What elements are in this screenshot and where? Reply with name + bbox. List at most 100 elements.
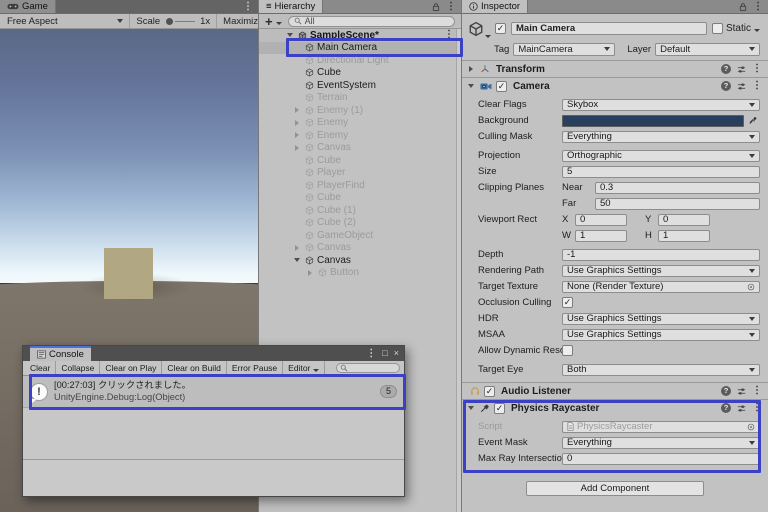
- help-icon[interactable]: ?: [721, 386, 731, 396]
- scale-slider[interactable]: [166, 17, 174, 25]
- text-field[interactable]: 50: [595, 197, 760, 210]
- dropdown-field[interactable]: Everything: [562, 436, 760, 449]
- tab-game[interactable]: Game: [0, 0, 56, 13]
- aspect-dropdown[interactable]: Free Aspect: [7, 16, 124, 27]
- component-enabled-checkbox[interactable]: [484, 385, 495, 397]
- console-toolbar-button[interactable]: Clear: [25, 361, 57, 375]
- foldout-arrow-icon[interactable]: [466, 81, 476, 91]
- hierarchy-item[interactable]: Cube: [259, 192, 456, 205]
- foldout-arrow-icon[interactable]: [305, 268, 315, 278]
- transform-component-header[interactable]: Transform ? ⋮: [462, 60, 768, 77]
- kebab-menu-icon[interactable]: ⋮: [446, 1, 456, 12]
- hierarchy-item[interactable]: Canvas: [259, 242, 456, 255]
- gameobject-cube-icon[interactable]: [468, 20, 491, 38]
- foldout-arrow-icon[interactable]: [292, 130, 302, 140]
- kebab-menu-icon[interactable]: ⋮: [752, 81, 762, 91]
- hierarchy-item[interactable]: Canvas: [259, 142, 456, 155]
- hierarchy-scrollbar[interactable]: [456, 29, 461, 512]
- hierarchy-item[interactable]: Enemy: [259, 117, 456, 130]
- hierarchy-item[interactable]: Cube (2): [259, 217, 456, 230]
- dropdown-field[interactable]: Use Graphics Settings: [562, 328, 760, 341]
- dropdown-field[interactable]: Use Graphics Settings: [562, 264, 760, 277]
- hierarchy-item[interactable]: Cube: [259, 154, 456, 167]
- presets-icon[interactable]: [737, 404, 746, 413]
- maximize-window-icon[interactable]: □: [382, 347, 387, 360]
- property-checkbox[interactable]: [562, 345, 573, 356]
- tab-inspector[interactable]: Inspector: [462, 0, 529, 13]
- kebab-menu-icon[interactable]: ⋮: [752, 64, 762, 74]
- foldout-arrow-icon[interactable]: [292, 255, 302, 265]
- lock-icon[interactable]: [739, 2, 747, 12]
- audio-listener-component-header[interactable]: Audio Listener ? ⋮: [462, 382, 768, 399]
- object-picker-icon[interactable]: [747, 423, 755, 431]
- physics-raycaster-component-header[interactable]: Physics Raycaster ? ⋮: [462, 399, 768, 416]
- kebab-menu-icon[interactable]: ⋮: [243, 1, 253, 12]
- axis-field[interactable]: 1: [575, 229, 627, 242]
- foldout-arrow-icon[interactable]: [292, 143, 302, 153]
- text-field[interactable]: -1: [562, 248, 760, 261]
- camera-component-header[interactable]: Camera ? ⋮: [462, 77, 768, 94]
- console-search-input[interactable]: [336, 363, 400, 373]
- dropdown-field[interactable]: Skybox: [562, 98, 760, 111]
- axis-field[interactable]: 0: [658, 213, 710, 226]
- axis-field[interactable]: 1: [658, 229, 710, 242]
- hierarchy-item[interactable]: Cube (1): [259, 204, 456, 217]
- tab-hierarchy[interactable]: ≡ Hierarchy: [259, 0, 324, 13]
- foldout-arrow-icon[interactable]: [292, 118, 302, 128]
- chevron-down-icon[interactable]: [275, 21, 282, 25]
- object-field[interactable]: PhysicsRaycaster: [562, 420, 760, 433]
- hierarchy-item[interactable]: GameObject: [259, 229, 456, 242]
- scene-header-row[interactable]: SampleScene* ⋮: [259, 29, 456, 42]
- foldout-arrow-icon[interactable]: [466, 403, 476, 413]
- hierarchy-item[interactable]: Enemy: [259, 129, 456, 142]
- hierarchy-item[interactable]: Cube: [259, 67, 456, 80]
- hierarchy-item[interactable]: Enemy (1): [259, 104, 456, 117]
- layer-dropdown[interactable]: Default: [655, 42, 760, 56]
- console-toolbar-button[interactable]: Collapse: [56, 361, 101, 375]
- hierarchy-item[interactable]: EventSystem: [259, 79, 456, 92]
- dropdown-field[interactable]: Use Graphics Settings: [562, 312, 760, 325]
- presets-icon[interactable]: [737, 65, 746, 74]
- foldout-arrow-icon[interactable]: [285, 30, 295, 40]
- dropdown-field[interactable]: Orthographic: [562, 149, 760, 162]
- kebab-menu-icon[interactable]: ⋮: [444, 30, 456, 40]
- foldout-arrow-icon[interactable]: [292, 105, 302, 115]
- hierarchy-search-input[interactable]: All: [287, 15, 455, 27]
- hierarchy-item[interactable]: Player: [259, 167, 456, 180]
- tab-console[interactable]: Console: [30, 346, 91, 361]
- help-icon[interactable]: ?: [721, 81, 731, 91]
- close-window-icon[interactable]: ×: [394, 347, 399, 360]
- console-toolbar-button[interactable]: Clear on Play: [100, 361, 163, 375]
- hierarchy-item[interactable]: Main Camera: [259, 41, 456, 54]
- console-toolbar-button[interactable]: Error Pause: [227, 361, 284, 375]
- text-field[interactable]: 0.3: [595, 181, 760, 194]
- console-toolbar-button[interactable]: Clear on Build: [162, 361, 227, 375]
- component-enabled-checkbox[interactable]: [494, 402, 505, 414]
- hierarchy-item[interactable]: Button: [259, 267, 456, 280]
- chevron-down-icon[interactable]: [754, 28, 760, 32]
- hierarchy-item[interactable]: Terrain: [259, 92, 456, 105]
- add-component-button[interactable]: Add Component: [526, 481, 704, 496]
- foldout-arrow-icon[interactable]: [466, 64, 476, 74]
- text-field[interactable]: 5: [562, 165, 760, 178]
- object-picker-icon[interactable]: [747, 283, 755, 291]
- dropdown-field[interactable]: Everything: [562, 130, 760, 143]
- editor-dropdown[interactable]: Editor: [283, 361, 326, 375]
- static-checkbox[interactable]: [711, 23, 723, 34]
- kebab-menu-icon[interactable]: ⋮: [752, 386, 762, 396]
- eyedropper-icon[interactable]: [747, 116, 760, 125]
- console-log-entry[interactable]: ! [00:27:03] クリックされました。 UnityEngine.Debu…: [23, 376, 404, 408]
- create-button[interactable]: +: [265, 15, 273, 28]
- kebab-menu-icon[interactable]: ⋮: [366, 348, 376, 359]
- dropdown-field[interactable]: Both: [562, 363, 760, 376]
- kebab-menu-icon[interactable]: ⋮: [752, 403, 762, 413]
- hierarchy-item[interactable]: PlayerFind: [259, 179, 456, 192]
- hierarchy-item[interactable]: Canvas: [259, 254, 456, 267]
- foldout-arrow-icon[interactable]: [292, 243, 302, 253]
- help-icon[interactable]: ?: [721, 403, 731, 413]
- scale-slider-track[interactable]: [175, 20, 196, 22]
- presets-icon[interactable]: [737, 82, 746, 91]
- property-checkbox[interactable]: [562, 297, 573, 308]
- color-swatch[interactable]: [562, 114, 744, 127]
- help-icon[interactable]: ?: [721, 64, 731, 74]
